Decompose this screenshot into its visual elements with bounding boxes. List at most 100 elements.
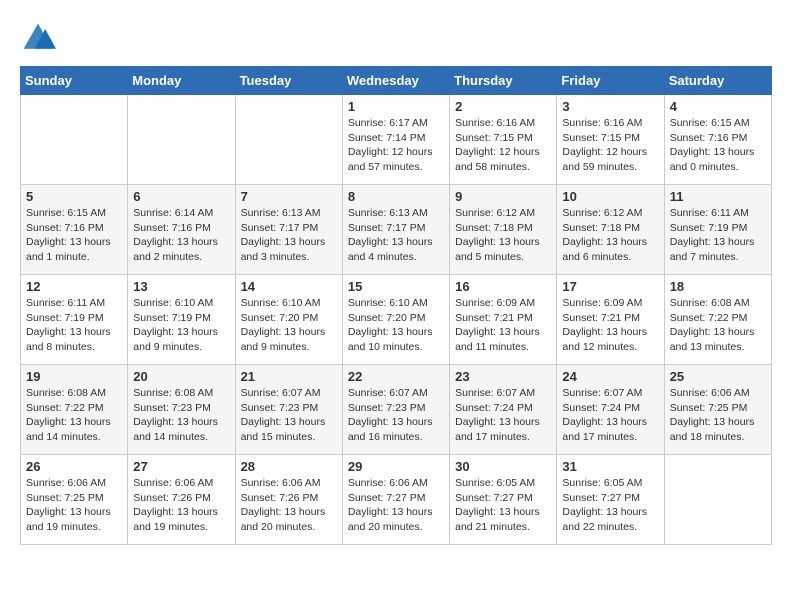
- calendar-week-row: 12Sunrise: 6:11 AM Sunset: 7:19 PM Dayli…: [21, 275, 772, 365]
- day-number: 5: [26, 189, 122, 204]
- cell-info: Sunrise: 6:16 AM Sunset: 7:15 PM Dayligh…: [562, 116, 658, 175]
- cell-info: Sunrise: 6:08 AM Sunset: 7:22 PM Dayligh…: [670, 296, 766, 355]
- calendar-cell: 9 Sunrise: 6:12 AM Sunset: 7:18 PM Daylig…: [450, 185, 557, 275]
- logo: [20, 20, 62, 56]
- calendar-cell: 5 Sunrise: 6:15 AM Sunset: 7:16 PM Daylig…: [21, 185, 128, 275]
- calendar-week-row: 26 Sunrise: 6:06 AM Sunset: 7:25 PM Dayli…: [21, 455, 772, 545]
- calendar-cell: 30 Sunrise: 6:05 AM Sunset: 7:27 PM Dayli…: [450, 455, 557, 545]
- cell-info: Sunrise: 6:11 AM Sunset: 7:19 PM Dayligh…: [26, 296, 122, 355]
- day-number: 19: [26, 369, 122, 384]
- calendar-cell: 17 Sunrise: 6:09 AM Sunset: 7:21 PM Dayli…: [557, 275, 664, 365]
- cell-info: Sunrise: 6:09 AM Sunset: 7:21 PM Dayligh…: [455, 296, 551, 355]
- cell-info: Sunrise: 6:15 AM Sunset: 7:16 PM Dayligh…: [670, 116, 766, 175]
- calendar-cell: 22 Sunrise: 6:07 AM Sunset: 7:23 PM Dayli…: [342, 365, 449, 455]
- cell-info: Sunrise: 6:10 AM Sunset: 7:19 PM Dayligh…: [133, 296, 229, 355]
- cell-info: Sunrise: 6:12 AM Sunset: 7:18 PM Dayligh…: [455, 206, 551, 265]
- cell-info: Sunrise: 6:08 AM Sunset: 7:22 PM Dayligh…: [26, 386, 122, 445]
- calendar-cell: 21 Sunrise: 6:07 AM Sunset: 7:23 PM Dayli…: [235, 365, 342, 455]
- cell-info: Sunrise: 6:10 AM Sunset: 7:20 PM Dayligh…: [348, 296, 444, 355]
- day-number: 31: [562, 459, 658, 474]
- day-number: 15: [348, 279, 444, 294]
- calendar-cell: 20 Sunrise: 6:08 AM Sunset: 7:23 PM Dayli…: [128, 365, 235, 455]
- calendar-cell: 25 Sunrise: 6:06 AM Sunset: 7:25 PM Dayli…: [664, 365, 771, 455]
- cell-info: Sunrise: 6:07 AM Sunset: 7:23 PM Dayligh…: [348, 386, 444, 445]
- day-number: 26: [26, 459, 122, 474]
- day-number: 10: [562, 189, 658, 204]
- calendar-cell: 26 Sunrise: 6:06 AM Sunset: 7:25 PM Dayli…: [21, 455, 128, 545]
- cell-info: Sunrise: 6:15 AM Sunset: 7:16 PM Dayligh…: [26, 206, 122, 265]
- cell-info: Sunrise: 6:06 AM Sunset: 7:26 PM Dayligh…: [133, 476, 229, 535]
- calendar-cell: 28 Sunrise: 6:06 AM Sunset: 7:26 PM Dayli…: [235, 455, 342, 545]
- calendar-cell: 13 Sunrise: 6:10 AM Sunset: 7:19 PM Dayli…: [128, 275, 235, 365]
- calendar-cell: [21, 95, 128, 185]
- day-number: 9: [455, 189, 551, 204]
- calendar-cell: 8 Sunrise: 6:13 AM Sunset: 7:17 PM Daylig…: [342, 185, 449, 275]
- day-number: 18: [670, 279, 766, 294]
- day-number: 28: [241, 459, 337, 474]
- day-number: 16: [455, 279, 551, 294]
- day-number: 20: [133, 369, 229, 384]
- weekday-header: Tuesday: [235, 67, 342, 95]
- day-number: 2: [455, 99, 551, 114]
- calendar-cell: 7 Sunrise: 6:13 AM Sunset: 7:17 PM Daylig…: [235, 185, 342, 275]
- cell-info: Sunrise: 6:13 AM Sunset: 7:17 PM Dayligh…: [241, 206, 337, 265]
- page-header: [20, 20, 772, 56]
- calendar-cell: 16 Sunrise: 6:09 AM Sunset: 7:21 PM Dayli…: [450, 275, 557, 365]
- calendar-cell: 23 Sunrise: 6:07 AM Sunset: 7:24 PM Dayli…: [450, 365, 557, 455]
- weekday-header: Thursday: [450, 67, 557, 95]
- calendar-cell: 31Sunrise: 6:05 AM Sunset: 7:27 PM Dayli…: [557, 455, 664, 545]
- calendar-cell: [235, 95, 342, 185]
- cell-info: Sunrise: 6:07 AM Sunset: 7:23 PM Dayligh…: [241, 386, 337, 445]
- calendar-cell: 1 Sunrise: 6:17 AM Sunset: 7:14 PM Daylig…: [342, 95, 449, 185]
- cell-info: Sunrise: 6:06 AM Sunset: 7:26 PM Dayligh…: [241, 476, 337, 535]
- cell-info: Sunrise: 6:13 AM Sunset: 7:17 PM Dayligh…: [348, 206, 444, 265]
- weekday-header: Monday: [128, 67, 235, 95]
- cell-info: Sunrise: 6:06 AM Sunset: 7:25 PM Dayligh…: [670, 386, 766, 445]
- day-number: 30: [455, 459, 551, 474]
- day-number: 8: [348, 189, 444, 204]
- calendar-cell: 10 Sunrise: 6:12 AM Sunset: 7:18 PM Dayli…: [557, 185, 664, 275]
- day-number: 4: [670, 99, 766, 114]
- calendar-cell: 4 Sunrise: 6:15 AM Sunset: 7:16 PM Daylig…: [664, 95, 771, 185]
- weekday-header: Wednesday: [342, 67, 449, 95]
- cell-info: Sunrise: 6:16 AM Sunset: 7:15 PM Dayligh…: [455, 116, 551, 175]
- cell-info: Sunrise: 6:12 AM Sunset: 7:18 PM Dayligh…: [562, 206, 658, 265]
- day-number: 1: [348, 99, 444, 114]
- calendar-week-row: 19 Sunrise: 6:08 AM Sunset: 7:22 PM Dayli…: [21, 365, 772, 455]
- cell-info: Sunrise: 6:14 AM Sunset: 7:16 PM Dayligh…: [133, 206, 229, 265]
- calendar-cell: 12Sunrise: 6:11 AM Sunset: 7:19 PM Dayli…: [21, 275, 128, 365]
- calendar-table: SundayMondayTuesdayWednesdayThursdayFrid…: [20, 66, 772, 545]
- cell-info: Sunrise: 6:05 AM Sunset: 7:27 PM Dayligh…: [455, 476, 551, 535]
- day-number: 6: [133, 189, 229, 204]
- calendar-cell: [664, 455, 771, 545]
- day-number: 17: [562, 279, 658, 294]
- calendar-cell: 29 Sunrise: 6:06 AM Sunset: 7:27 PM Dayli…: [342, 455, 449, 545]
- weekday-header: Friday: [557, 67, 664, 95]
- calendar-cell: 19 Sunrise: 6:08 AM Sunset: 7:22 PM Dayli…: [21, 365, 128, 455]
- day-number: 21: [241, 369, 337, 384]
- cell-info: Sunrise: 6:06 AM Sunset: 7:25 PM Dayligh…: [26, 476, 122, 535]
- weekday-header: Sunday: [21, 67, 128, 95]
- cell-info: Sunrise: 6:09 AM Sunset: 7:21 PM Dayligh…: [562, 296, 658, 355]
- calendar-cell: 3 Sunrise: 6:16 AM Sunset: 7:15 PM Daylig…: [557, 95, 664, 185]
- day-number: 22: [348, 369, 444, 384]
- calendar-cell: 18 Sunrise: 6:08 AM Sunset: 7:22 PM Dayli…: [664, 275, 771, 365]
- day-number: 25: [670, 369, 766, 384]
- cell-info: Sunrise: 6:07 AM Sunset: 7:24 PM Dayligh…: [455, 386, 551, 445]
- day-number: 13: [133, 279, 229, 294]
- weekday-header: Saturday: [664, 67, 771, 95]
- calendar-week-row: 1 Sunrise: 6:17 AM Sunset: 7:14 PM Daylig…: [21, 95, 772, 185]
- day-number: 7: [241, 189, 337, 204]
- day-number: 3: [562, 99, 658, 114]
- calendar-cell: 2 Sunrise: 6:16 AM Sunset: 7:15 PM Daylig…: [450, 95, 557, 185]
- day-number: 29: [348, 459, 444, 474]
- calendar-body: 1 Sunrise: 6:17 AM Sunset: 7:14 PM Daylig…: [21, 95, 772, 545]
- cell-info: Sunrise: 6:17 AM Sunset: 7:14 PM Dayligh…: [348, 116, 444, 175]
- cell-info: Sunrise: 6:06 AM Sunset: 7:27 PM Dayligh…: [348, 476, 444, 535]
- day-number: 23: [455, 369, 551, 384]
- calendar-cell: 27Sunrise: 6:06 AM Sunset: 7:26 PM Dayli…: [128, 455, 235, 545]
- cell-info: Sunrise: 6:11 AM Sunset: 7:19 PM Dayligh…: [670, 206, 766, 265]
- cell-info: Sunrise: 6:07 AM Sunset: 7:24 PM Dayligh…: [562, 386, 658, 445]
- cell-info: Sunrise: 6:08 AM Sunset: 7:23 PM Dayligh…: [133, 386, 229, 445]
- logo-icon: [20, 20, 56, 56]
